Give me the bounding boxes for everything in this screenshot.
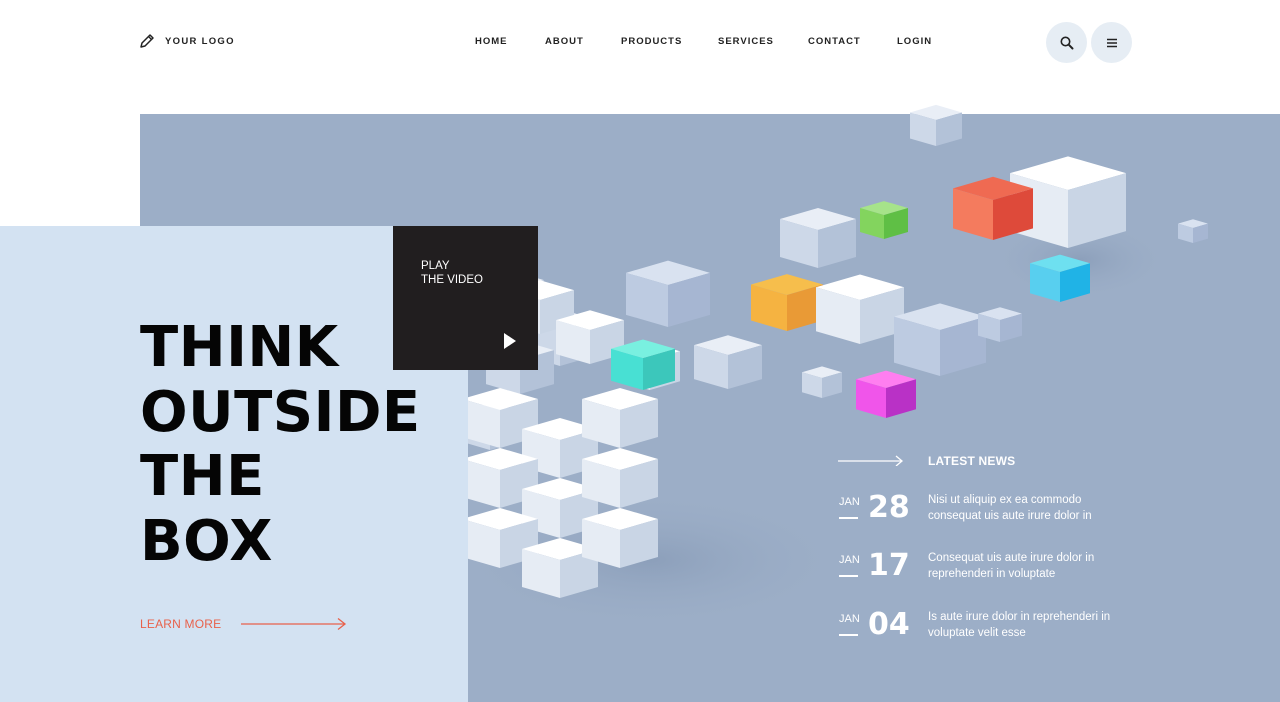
news-text: Nisi ut aliquip ex ea commodo consequat …	[928, 494, 1092, 522]
headline-line: BOX	[140, 508, 273, 574]
play-video-button[interactable]: PLAY THE VIDEO	[393, 226, 538, 370]
news-item[interactable]: JAN 17 Consequat uis aute irure dolor in…	[838, 548, 1158, 590]
learn-more-link[interactable]: LEARN MORE	[140, 617, 347, 631]
learn-more-label: LEARN MORE	[140, 617, 222, 631]
video-label-line: THE VIDEO	[421, 274, 483, 286]
news-title: LATEST NEWS	[928, 454, 1016, 468]
news-month: JAN	[839, 496, 860, 508]
news-text: Is aute irure dolor in reprehenderi in v…	[928, 611, 1111, 639]
arrow-right-icon	[241, 617, 347, 631]
headline-line: THE	[140, 444, 265, 509]
news-item[interactable]: JAN 04 Is aute irure dolor in reprehende…	[838, 607, 1158, 649]
date-divider	[839, 575, 858, 577]
news-item[interactable]: JAN 28 Nisi ut aliquip ex ea commodo con…	[838, 490, 1158, 532]
news-day: 04	[868, 607, 910, 642]
date-divider	[839, 517, 858, 519]
headline-line: OUTSIDE	[140, 379, 421, 445]
news-text: Consequat uis aute irure dolor in repreh…	[928, 552, 1095, 580]
play-video-label: PLAY THE VIDEO	[421, 259, 483, 287]
arrow-right-icon	[838, 455, 904, 466]
date-divider	[839, 634, 858, 636]
news-header: LATEST NEWS	[838, 452, 1015, 468]
video-label-line: PLAY	[421, 260, 450, 272]
play-icon	[504, 333, 516, 349]
news-day: 17	[868, 548, 910, 583]
news-month: JAN	[839, 554, 860, 566]
news-day: 28	[868, 490, 910, 525]
news-month: JAN	[839, 613, 860, 625]
